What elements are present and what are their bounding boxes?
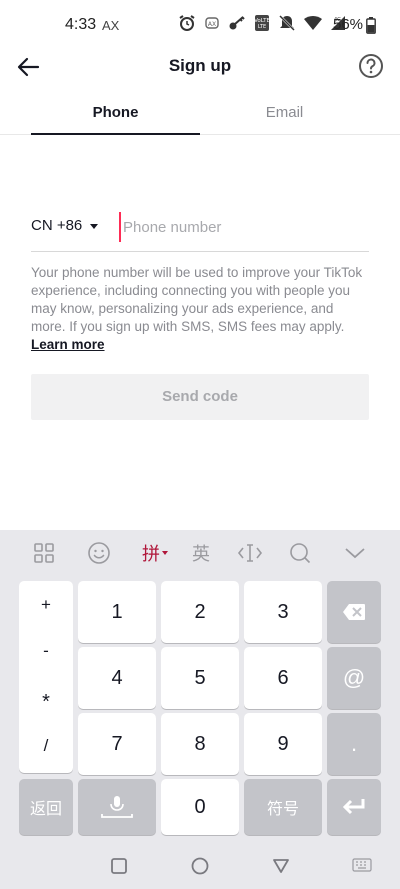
help-button[interactable] <box>358 53 384 79</box>
status-carrier-tag: AX <box>102 18 120 33</box>
grid-menu-icon[interactable] <box>29 540 59 566</box>
back-key[interactable]: 返回 <box>19 779 73 835</box>
key-slash[interactable]: / <box>19 736 73 756</box>
key-0[interactable]: 0 <box>161 779 239 835</box>
key-9[interactable]: 9 <box>244 713 322 775</box>
keyboard-switch-icon[interactable] <box>352 858 372 877</box>
keyboard-toolbar: 拼 英 <box>0 530 400 576</box>
country-code-label: CN +86 <box>31 217 83 234</box>
alarm-icon <box>179 15 195 31</box>
square-icon <box>111 858 127 874</box>
key-4[interactable]: 4 <box>78 647 156 709</box>
backspace-button[interactable] <box>327 581 381 643</box>
key-minus[interactable]: - <box>19 641 73 661</box>
phone-number-input[interactable] <box>119 212 369 242</box>
pinyin-mode-button[interactable]: 拼 <box>137 540 173 566</box>
enter-icon <box>342 799 365 815</box>
app-notification-icon: AX <box>205 17 219 29</box>
key-2[interactable]: 2 <box>161 581 239 643</box>
system-nav-bar <box>0 845 400 889</box>
search-icon[interactable] <box>285 540 315 566</box>
enter-button[interactable] <box>327 779 381 835</box>
english-label: 英 <box>192 544 210 564</box>
header: Sign up <box>0 45 400 89</box>
microphone-icon <box>101 796 133 818</box>
tab-email[interactable]: Email <box>200 104 369 121</box>
key-1[interactable]: 1 <box>78 581 156 643</box>
question-circle-icon <box>359 54 383 78</box>
triangle-down-icon <box>273 859 289 873</box>
symbol-column: + - * / <box>19 581 73 773</box>
key-icon <box>229 16 245 30</box>
home-button[interactable] <box>190 856 210 881</box>
volte-icon: VoLTELTE <box>254 15 270 31</box>
emoji-icon[interactable] <box>84 540 114 566</box>
collapse-keyboard-icon[interactable] <box>340 540 370 566</box>
status-icons: AX VoLTE LTE 4G <box>178 14 346 32</box>
page-title: Sign up <box>168 56 232 75</box>
status-time: 4:33 <box>65 16 97 33</box>
english-mode-button[interactable]: 英 <box>186 540 216 566</box>
caret-down-icon <box>162 551 168 555</box>
tab-active-indicator <box>31 133 200 135</box>
key-6[interactable]: 6 <box>244 647 322 709</box>
keyboard: 拼 英 + - * / 1 2 3 4 5 6 7 8 9 @ . 返回 0 符… <box>0 530 400 889</box>
status-bar: 4:33 AX AX VoLTE LTE 4G 56% <box>0 0 400 50</box>
phone-row: CN +86 <box>31 208 369 252</box>
space-key[interactable] <box>78 779 156 835</box>
key-8[interactable]: 8 <box>161 713 239 775</box>
key-asterisk[interactable]: * <box>19 691 73 714</box>
key-at[interactable]: @ <box>327 647 381 709</box>
key-5[interactable]: 5 <box>161 647 239 709</box>
learn-more-link[interactable]: Learn more <box>31 337 105 352</box>
back-nav-button[interactable] <box>272 857 290 880</box>
key-7[interactable]: 7 <box>78 713 156 775</box>
key-plus[interactable]: + <box>19 595 73 615</box>
signup-tabs: Phone Email <box>0 94 400 135</box>
country-code-selector[interactable]: CN +86 <box>31 217 99 234</box>
battery-percent: 56% <box>333 16 364 33</box>
cursor-move-icon[interactable] <box>235 540 265 566</box>
phone-usage-notice: Your phone number will be used to improv… <box>31 264 371 354</box>
tab-phone[interactable]: Phone <box>31 104 200 121</box>
symbols-key[interactable]: 符号 <box>244 779 322 835</box>
recents-button[interactable] <box>110 857 128 880</box>
mute-icon <box>279 15 295 31</box>
circle-icon <box>191 857 209 875</box>
send-code-button[interactable]: Send code <box>31 374 369 420</box>
wifi-icon <box>304 16 322 30</box>
key-dot[interactable]: . <box>327 713 381 775</box>
caret-down-icon <box>90 224 99 229</box>
backspace-icon <box>343 604 365 620</box>
key-3[interactable]: 3 <box>244 581 322 643</box>
svg-text:AX: AX <box>208 21 216 28</box>
svg-text:LTE: LTE <box>258 24 266 30</box>
notice-text: Your phone number will be used to improv… <box>31 265 363 334</box>
battery-icon <box>366 17 376 34</box>
pinyin-label: 拼 <box>142 544 160 564</box>
